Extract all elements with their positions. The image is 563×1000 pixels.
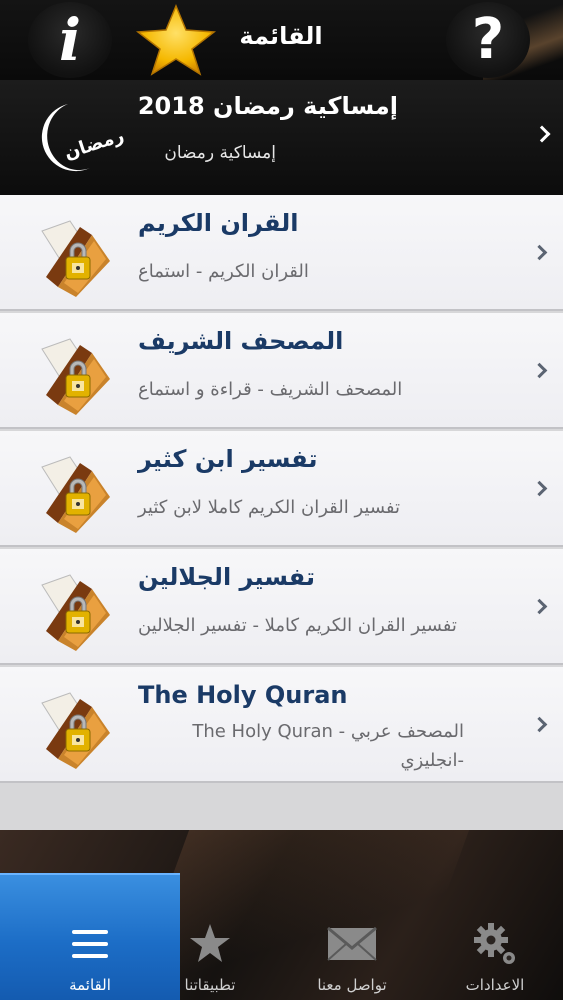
tab-menu[interactable]: القائمة xyxy=(0,873,180,1000)
tab-label: تطبيقاتنا xyxy=(184,976,236,994)
featured-title: إمساكية رمضان 2018 xyxy=(137,92,398,120)
featured-ramadan-row[interactable]: رمضان إمساكية رمضان 2018 إمساكية رمضان xyxy=(0,80,563,195)
list-item-title: المصحف الشريف xyxy=(138,327,344,355)
list-item-title: القران الكريم xyxy=(138,209,299,237)
locked-book-icon xyxy=(41,456,110,533)
list-item-description: القران الكريم - استماع xyxy=(138,261,309,282)
list-item[interactable]: تفسير ابن كثير تفسير القران الكريم كاملا… xyxy=(0,431,563,547)
mail-icon xyxy=(327,926,377,961)
list-item-description: المصحف عربي - The Holy Quran -انجليزي xyxy=(192,721,464,771)
list-item[interactable]: القران الكريم القران الكريم - استماع xyxy=(0,195,563,311)
list-item-description: المصحف الشريف - قراءة و استماع xyxy=(138,379,403,400)
list-item-title: تفسير ابن كثير xyxy=(138,445,318,473)
locked-book-icon xyxy=(41,338,110,415)
list-item-title: تفسير الجلالين xyxy=(138,563,315,591)
star-icon xyxy=(135,4,217,76)
locked-book-icon xyxy=(41,574,110,651)
tab-label: القائمة xyxy=(69,976,111,994)
content-list: القران الكريم القران الكريم - استماع الم… xyxy=(0,195,563,830)
list-item-description: تفسير القران الكريم كاملا لابن كثير xyxy=(138,497,401,518)
featured-subtitle: إمساكية رمضان xyxy=(164,143,276,163)
info-button[interactable]: i xyxy=(28,2,112,78)
favorites-star-button[interactable] xyxy=(132,4,220,76)
list-item[interactable]: تفسير الجلالين تفسير القران الكريم كاملا… xyxy=(0,549,563,665)
menu-icon xyxy=(72,930,108,958)
help-button[interactable]: ? xyxy=(446,2,530,78)
chevron-right-icon xyxy=(531,244,548,261)
list-item[interactable]: The Holy Quran المصحف عربي - The Holy Qu… xyxy=(0,667,563,783)
ramadan-icon-text: رمضان xyxy=(62,125,127,164)
tab-contact-us[interactable]: تواصل معنا xyxy=(296,873,408,1000)
ramadan-moon-icon: رمضان xyxy=(41,104,127,172)
chevron-right-icon xyxy=(531,716,548,733)
gear-icon xyxy=(474,923,515,964)
chevron-right-icon xyxy=(531,598,548,615)
page-title: القائمة xyxy=(239,22,323,50)
chevron-right-icon xyxy=(531,362,548,379)
star-icon xyxy=(190,924,230,962)
chevron-right-icon xyxy=(533,125,551,143)
help-icon: ? xyxy=(471,7,505,72)
top-bar: i القائمة ? xyxy=(0,0,563,80)
list-item[interactable]: المصحف الشريف المصحف الشريف - قراءة و اس… xyxy=(0,313,563,429)
locked-book-icon xyxy=(41,692,110,769)
tab-settings[interactable]: الاعدادات xyxy=(440,873,550,1000)
tab-bar: القائمة تطبيقاتنا تواصل معنا الاعدادات xyxy=(0,873,563,1000)
tab-our-apps[interactable]: تطبيقاتنا xyxy=(160,873,260,1000)
tab-label: تواصل معنا xyxy=(317,976,387,994)
list-item-description: تفسير القران الكريم كاملا - تفسير الجلال… xyxy=(138,615,457,636)
list-item-title: The Holy Quran xyxy=(138,681,348,709)
tab-label: الاعدادات xyxy=(465,976,525,994)
locked-book-icon xyxy=(41,220,110,297)
info-icon: i xyxy=(58,6,82,74)
chevron-right-icon xyxy=(531,480,548,497)
